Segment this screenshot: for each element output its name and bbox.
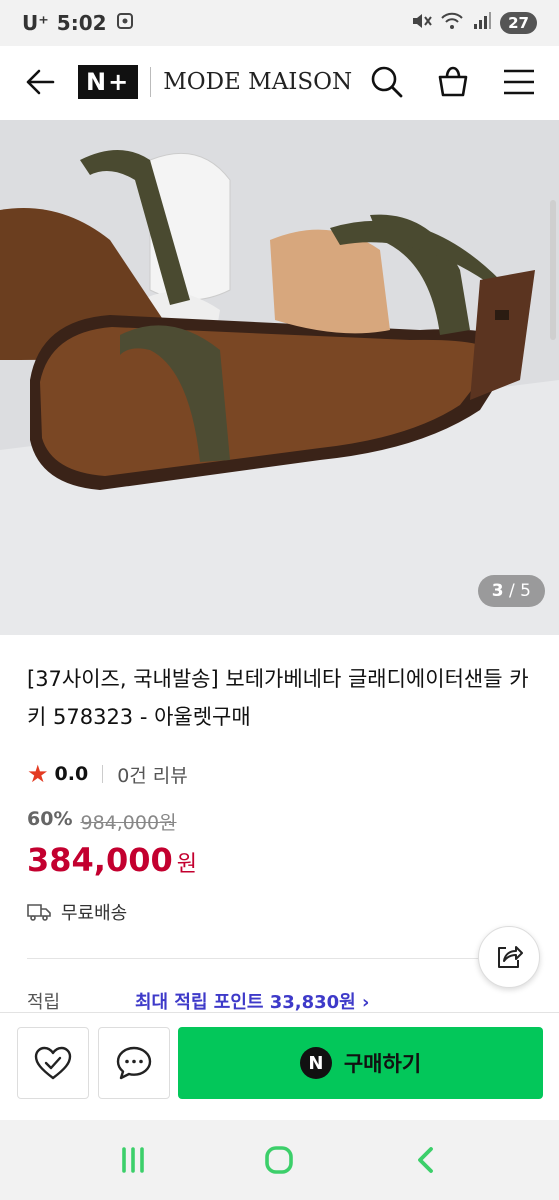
search-icon <box>371 66 403 98</box>
product-image-gallery[interactable]: 3 / 5 <box>0 120 559 635</box>
screenshot-icon <box>115 11 135 36</box>
discount-row: 60% 984,000원 <box>27 808 537 835</box>
image-counter-separator: / <box>509 581 515 601</box>
brand-name[interactable]: MODE MAISON <box>163 69 352 95</box>
recent-apps-icon <box>122 1147 144 1173</box>
shopping-bag-icon <box>438 66 468 97</box>
chat-bubble-icon <box>116 1046 152 1080</box>
menu-icon <box>504 69 534 95</box>
price-currency: 원 <box>176 852 197 877</box>
naver-pay-badge: N <box>299 1047 332 1079</box>
app-header: N+ MODE MAISON <box>0 46 559 118</box>
share-icon <box>498 946 523 968</box>
image-counter-current: 3 <box>491 581 504 601</box>
points-row: 적립 최대 적립 포인트 33,830원 › <box>27 988 532 1012</box>
points-label: 적립 <box>27 992 61 1012</box>
system-back-button[interactable] <box>401 1135 451 1185</box>
wishlist-button[interactable] <box>17 1027 89 1099</box>
mute-icon <box>410 11 432 36</box>
original-price: 984,000원 <box>80 812 177 834</box>
system-nav-bar <box>0 1120 559 1200</box>
image-counter: 3 / 5 <box>477 575 545 607</box>
chevron-left-icon <box>417 1147 433 1173</box>
product-title: [37사이즈, 국내발송] 보테가베네타 글래디에이터샌들 카키 578323 … <box>27 667 529 729</box>
recent-apps-button[interactable] <box>108 1135 158 1185</box>
max-points-link[interactable]: 최대 적립 포인트 33,830원 › <box>135 988 369 1012</box>
rating-divider <box>102 765 104 783</box>
clock: 5:02 <box>56 11 107 35</box>
discount-rate: 60% <box>27 808 73 830</box>
battery-indicator: 27 <box>500 12 537 34</box>
buy-label: 구매하기 <box>343 1052 422 1076</box>
home-button[interactable] <box>254 1135 304 1185</box>
home-icon <box>265 1146 294 1174</box>
wifi-icon <box>440 11 464 36</box>
signal-icon <box>472 11 492 36</box>
logo-divider <box>150 67 152 97</box>
menu-button[interactable] <box>501 64 537 100</box>
talk-talk-button[interactable] <box>98 1027 170 1099</box>
nplus-logo[interactable]: N+ <box>78 65 139 99</box>
rating-row[interactable]: ★ 0.0 0건 리뷰 <box>27 760 537 788</box>
star-icon: ★ <box>27 760 49 788</box>
page-scrollbar[interactable] <box>550 200 556 340</box>
carrier-label: U⁺ <box>22 11 49 35</box>
back-arrow-icon <box>26 69 55 95</box>
search-button[interactable] <box>369 64 405 100</box>
truck-icon <box>27 904 51 921</box>
image-counter-total: 5 <box>520 581 531 601</box>
product-info: [37사이즈, 국내발송] 보테가베네타 글래디에이터샌들 카키 578323 … <box>27 660 537 925</box>
back-button[interactable] <box>22 64 58 100</box>
shipping-row: 무료배송 <box>27 899 537 925</box>
status-bar: U⁺ 5:02 27 <box>0 0 559 46</box>
sale-price: 384,000 <box>27 841 173 879</box>
heart-check-icon <box>34 1046 72 1080</box>
rating-value: 0.0 <box>54 763 89 785</box>
share-button[interactable] <box>478 926 540 988</box>
purchase-bar: N 구매하기 <box>0 1012 559 1120</box>
review-count[interactable]: 0건 리뷰 <box>117 761 188 788</box>
cart-button[interactable] <box>435 64 471 100</box>
section-divider <box>27 958 532 959</box>
price-row: 384,000 원 <box>27 841 537 879</box>
sandal-photo <box>0 120 559 635</box>
shipping-label: 무료배송 <box>61 903 128 924</box>
buy-button[interactable]: N 구매하기 <box>178 1027 543 1099</box>
